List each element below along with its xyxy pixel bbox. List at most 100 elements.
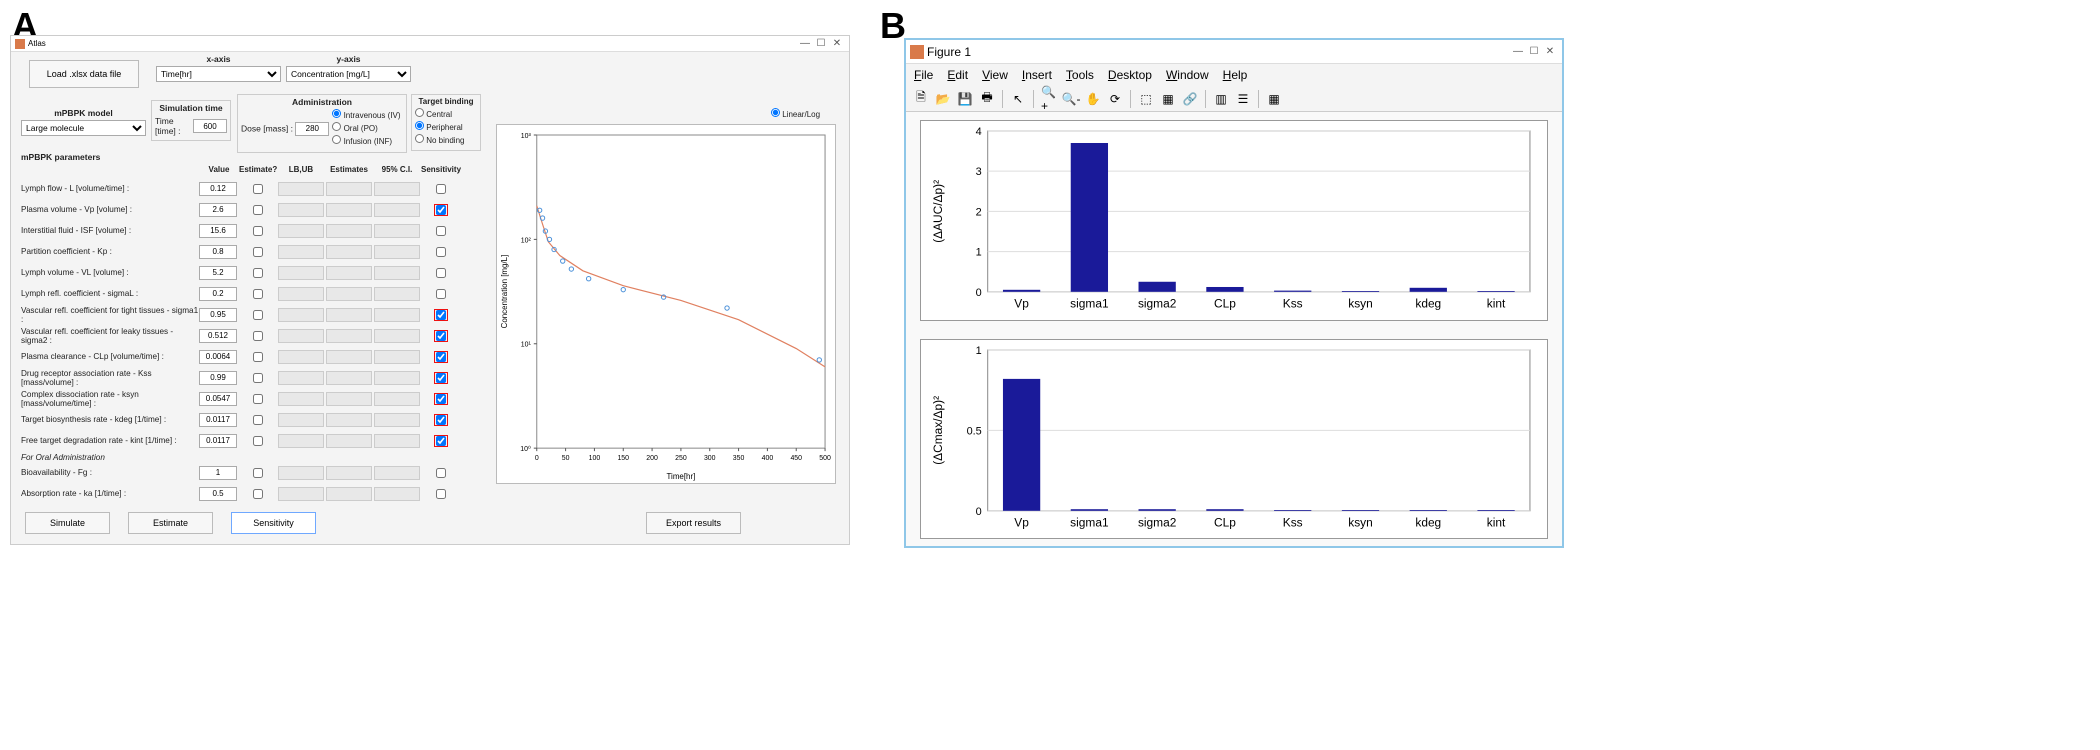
menu-tools[interactable]: Tools xyxy=(1066,68,1094,82)
estimate-checkbox[interactable] xyxy=(253,489,263,499)
lbub-field[interactable] xyxy=(278,329,324,343)
sens-checkbox[interactable] xyxy=(436,394,446,404)
chart-toggle[interactable]: Linear/Log xyxy=(771,108,820,119)
sensitivity-button[interactable]: Sensitivity xyxy=(231,512,316,534)
zoom-out-icon[interactable]: 🔍- xyxy=(1062,90,1080,108)
maximize-button[interactable]: ☐ xyxy=(813,38,829,49)
param-value-input[interactable] xyxy=(199,245,237,259)
sens-checkbox[interactable] xyxy=(436,415,446,425)
close-button[interactable]: ✕ xyxy=(829,38,845,49)
estimate-checkbox[interactable] xyxy=(253,184,263,194)
menu-help[interactable]: Help xyxy=(1223,68,1248,82)
minimize-button[interactable]: — xyxy=(797,38,813,49)
param-value-input[interactable] xyxy=(199,392,237,406)
sens-checkbox[interactable] xyxy=(436,489,446,499)
admin-iv[interactable]: Intravenous (IV) xyxy=(332,109,400,122)
param-value-input[interactable] xyxy=(199,182,237,196)
pointer-icon[interactable]: ↖ xyxy=(1009,90,1027,108)
sens-checkbox[interactable] xyxy=(436,310,446,320)
lbub-field[interactable] xyxy=(278,266,324,280)
target-central[interactable]: Central xyxy=(415,108,477,121)
estimate-checkbox[interactable] xyxy=(253,468,263,478)
param-value-input[interactable] xyxy=(199,308,237,322)
param-value-input[interactable] xyxy=(199,413,237,427)
estimate-checkbox[interactable] xyxy=(253,247,263,257)
dose-input[interactable] xyxy=(295,122,329,136)
lbub-field[interactable] xyxy=(278,182,324,196)
lbub-field[interactable] xyxy=(278,224,324,238)
export-button[interactable]: Export results xyxy=(646,512,741,534)
save-icon[interactable]: 💾 xyxy=(956,90,974,108)
menu-insert[interactable]: Insert xyxy=(1022,68,1052,82)
menu-edit[interactable]: Edit xyxy=(947,68,968,82)
lbub-field[interactable] xyxy=(278,434,324,448)
zoom-in-icon[interactable]: 🔍+ xyxy=(1040,90,1058,108)
fig1-maximize[interactable]: ☐ xyxy=(1526,46,1542,57)
admin-inf[interactable]: Infusion (INF) xyxy=(332,135,400,148)
sens-checkbox[interactable] xyxy=(436,226,446,236)
sens-checkbox[interactable] xyxy=(436,184,446,194)
param-value-input[interactable] xyxy=(199,287,237,301)
lbub-field[interactable] xyxy=(278,413,324,427)
target-none[interactable]: No binding xyxy=(415,134,477,147)
param-value-input[interactable] xyxy=(199,371,237,385)
target-peripheral[interactable]: Peripheral xyxy=(415,121,477,134)
menu-desktop[interactable]: Desktop xyxy=(1108,68,1152,82)
lbub-field[interactable] xyxy=(278,371,324,385)
brush-icon[interactable]: ▦ xyxy=(1159,90,1177,108)
menu-file[interactable]: File xyxy=(914,68,933,82)
xaxis-select[interactable]: Time[hr] xyxy=(156,66,281,82)
lbub-field[interactable] xyxy=(278,487,324,501)
param-value-input[interactable] xyxy=(199,203,237,217)
param-value-input[interactable] xyxy=(199,487,237,501)
menu-window[interactable]: Window xyxy=(1166,68,1209,82)
estimate-checkbox[interactable] xyxy=(253,268,263,278)
sens-checkbox[interactable] xyxy=(436,352,446,362)
sens-checkbox[interactable] xyxy=(436,468,446,478)
lbub-field[interactable] xyxy=(278,245,324,259)
estimate-checkbox[interactable] xyxy=(253,352,263,362)
lbub-field[interactable] xyxy=(278,308,324,322)
open-icon[interactable]: 📂 xyxy=(934,90,952,108)
data-cursor-icon[interactable]: ⬚ xyxy=(1137,90,1155,108)
admin-po[interactable]: Oral (PO) xyxy=(332,122,400,135)
fig1-close[interactable]: ✕ xyxy=(1542,46,1558,57)
estimate-checkbox[interactable] xyxy=(253,394,263,404)
rotate-icon[interactable]: ⟳ xyxy=(1106,90,1124,108)
estimate-checkbox[interactable] xyxy=(253,331,263,341)
sens-checkbox[interactable] xyxy=(436,247,446,257)
yaxis-select[interactable]: Concentration [mg/L] xyxy=(286,66,411,82)
menu-view[interactable]: View xyxy=(982,68,1008,82)
sens-checkbox[interactable] xyxy=(436,373,446,383)
simulate-button[interactable]: Simulate xyxy=(25,512,110,534)
grid-icon[interactable]: ▦ xyxy=(1265,90,1283,108)
param-value-input[interactable] xyxy=(199,466,237,480)
sens-checkbox[interactable] xyxy=(436,331,446,341)
model-select[interactable]: Large molecule xyxy=(21,120,146,136)
new-doc-icon[interactable]: 🗎 xyxy=(912,90,930,108)
legend-icon[interactable]: ☰ xyxy=(1234,90,1252,108)
lbub-field[interactable] xyxy=(278,203,324,217)
fig1-minimize[interactable]: — xyxy=(1510,46,1526,57)
sens-checkbox[interactable] xyxy=(436,268,446,278)
pan-icon[interactable]: ✋ xyxy=(1084,90,1102,108)
estimate-checkbox[interactable] xyxy=(253,205,263,215)
param-value-input[interactable] xyxy=(199,329,237,343)
param-value-input[interactable] xyxy=(199,350,237,364)
param-value-input[interactable] xyxy=(199,266,237,280)
param-value-input[interactable] xyxy=(199,224,237,238)
lbub-field[interactable] xyxy=(278,287,324,301)
sens-checkbox[interactable] xyxy=(436,205,446,215)
estimate-checkbox[interactable] xyxy=(253,415,263,425)
colorbar-icon[interactable]: ▥ xyxy=(1212,90,1230,108)
simtime-input[interactable] xyxy=(193,119,227,133)
sens-checkbox[interactable] xyxy=(436,436,446,446)
link-icon[interactable]: 🔗 xyxy=(1181,90,1199,108)
print-icon[interactable]: 🖶 xyxy=(978,90,996,108)
estimate-checkbox[interactable] xyxy=(253,373,263,383)
lbub-field[interactable] xyxy=(278,350,324,364)
estimate-checkbox[interactable] xyxy=(253,436,263,446)
lbub-field[interactable] xyxy=(278,466,324,480)
sens-checkbox[interactable] xyxy=(436,289,446,299)
estimate-checkbox[interactable] xyxy=(253,226,263,236)
